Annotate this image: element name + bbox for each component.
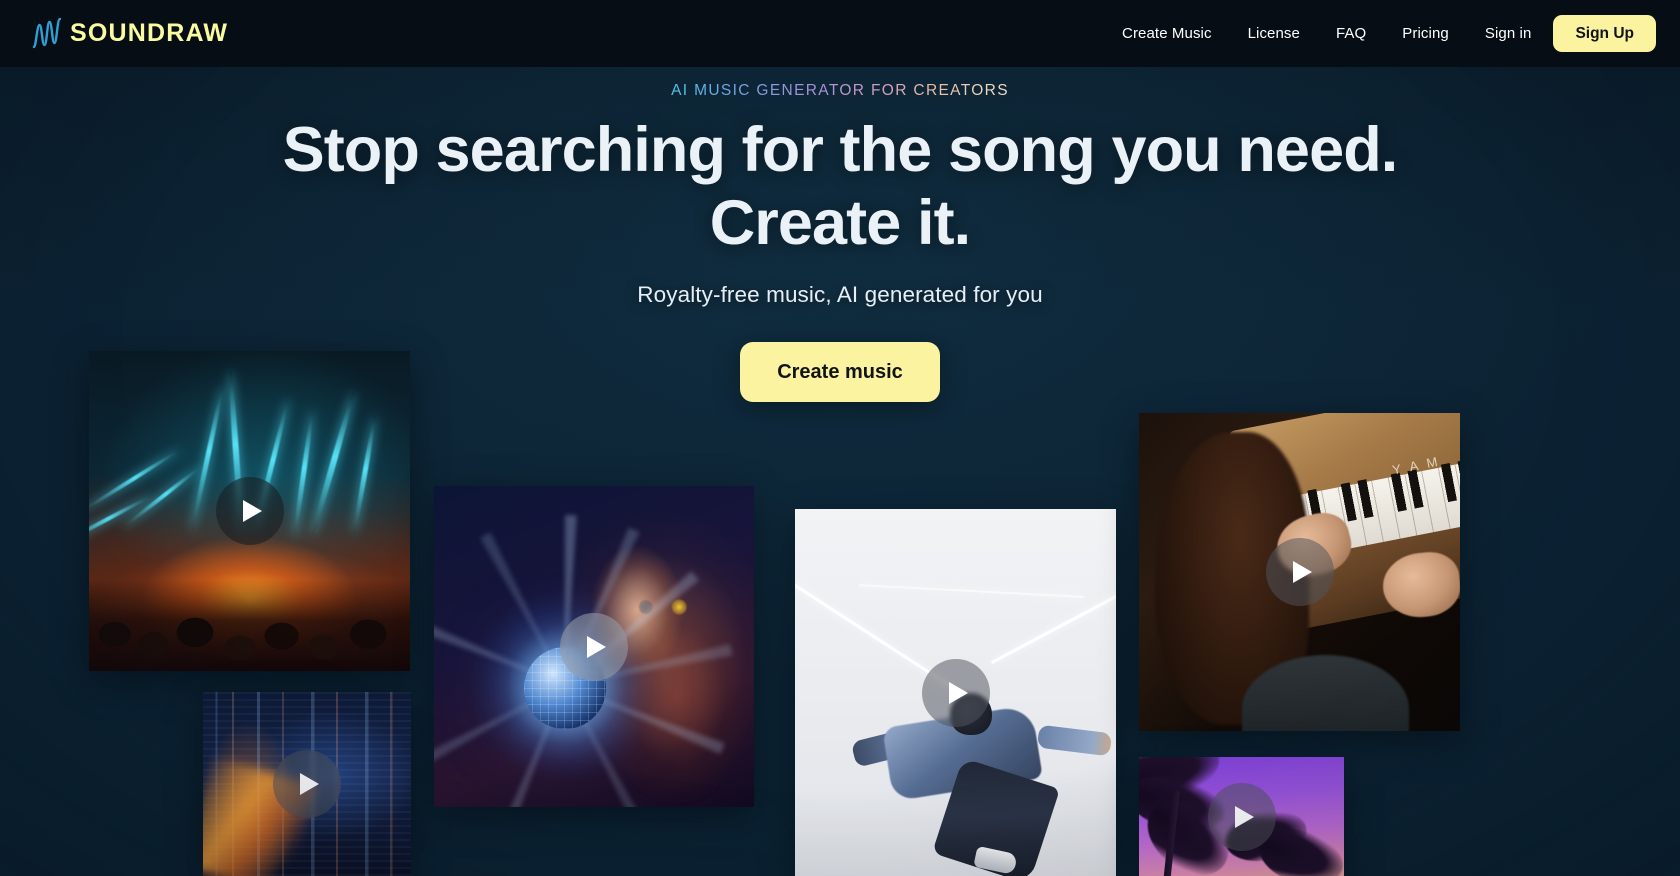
create-music-button[interactable]: Create music <box>740 342 940 403</box>
city-thumbnail <box>203 692 411 876</box>
page-root: SOUNDRAW Create Music License FAQ Pricin… <box>0 0 1680 876</box>
play-icon[interactable] <box>921 658 990 727</box>
waveform-icon <box>32 17 72 51</box>
card-palm[interactable] <box>1139 757 1344 876</box>
card-piano[interactable]: Y A M <box>1139 413 1460 731</box>
play-icon[interactable] <box>1265 538 1334 606</box>
palm-thumbnail <box>1139 757 1344 876</box>
disco-thumbnail <box>434 486 754 807</box>
crowd-silhouette <box>89 579 410 671</box>
site-header: SOUNDRAW Create Music License FAQ Pricin… <box>0 0 1680 67</box>
play-icon[interactable] <box>1207 782 1276 851</box>
dancer-thumbnail <box>795 509 1116 876</box>
headline-line-1: Stop searching for the song you need. <box>282 115 1399 185</box>
nav-license[interactable]: License <box>1230 18 1318 49</box>
logo[interactable]: SOUNDRAW <box>32 16 228 52</box>
play-icon[interactable] <box>560 612 628 681</box>
nav-create-music[interactable]: Create Music <box>1104 18 1230 49</box>
card-disco[interactable] <box>434 486 754 807</box>
card-city[interactable] <box>203 692 411 876</box>
headline-line-2: Create it. <box>709 188 972 259</box>
nav-faq[interactable]: FAQ <box>1318 18 1384 49</box>
play-icon[interactable] <box>215 477 284 545</box>
nav-pricing[interactable]: Pricing <box>1384 18 1467 49</box>
hero-cta-wrap: Create music <box>0 342 1680 403</box>
hero-section: AI MUSIC GENERATOR FOR CREATORS Stop sea… <box>0 67 1680 403</box>
hero-eyebrow: AI MUSIC GENERATOR FOR CREATORS <box>671 82 1009 99</box>
hero-subtitle: Royalty-free music, AI generated for you <box>637 282 1043 308</box>
piano-thumbnail: Y A M <box>1139 413 1460 731</box>
play-icon[interactable] <box>273 750 341 818</box>
card-dancer[interactable] <box>795 509 1116 876</box>
sign-up-button[interactable]: Sign Up <box>1553 14 1656 53</box>
main-nav: Create Music License FAQ Pricing Sign in… <box>1104 14 1656 53</box>
logo-text: SOUNDRAW <box>70 19 229 47</box>
page-title: Stop searching for the song you need. Cr… <box>0 114 1680 260</box>
dancer-figure <box>850 693 1113 876</box>
nav-sign-in[interactable]: Sign in <box>1467 18 1554 49</box>
